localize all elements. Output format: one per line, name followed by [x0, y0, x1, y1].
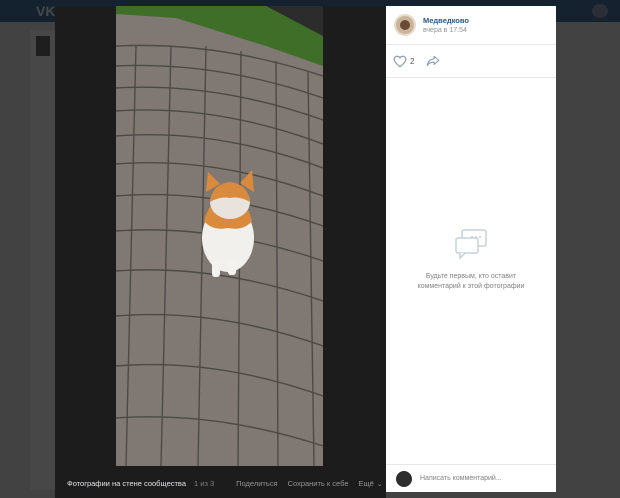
share-link[interactable]: Поделиться	[236, 479, 277, 488]
post-date[interactable]: вчера в 17:54	[423, 26, 469, 36]
save-link[interactable]: Сохранить к себе	[288, 479, 349, 488]
photo-side-panel: Медведково вчера в 17:54 2 Будьте первым…	[386, 6, 556, 492]
divider	[386, 77, 556, 78]
avatar-image	[400, 20, 410, 30]
like-count: 2	[410, 56, 415, 66]
comments-icon	[455, 229, 487, 260]
photo-viewer: Фотографии на стене сообщества 1 из 3 По…	[55, 6, 386, 498]
photo-counter: 1 из 3	[194, 478, 215, 488]
album-link[interactable]: Фотографии на стене сообщества	[67, 479, 186, 488]
post-header: Медведково вчера в 17:54	[386, 6, 556, 44]
photo-image	[116, 6, 323, 466]
viewer-footer: Фотографии на стене сообщества 1 из 3 По…	[55, 468, 386, 498]
heart-icon[interactable]	[393, 55, 407, 68]
share-icon[interactable]	[426, 55, 440, 67]
comment-composer: Написать комментарий...	[386, 464, 556, 492]
community-name[interactable]: Медведково	[423, 15, 469, 26]
empty-comments: Будьте первым, кто оставит комментарий к…	[386, 228, 556, 292]
photo[interactable]	[116, 6, 323, 466]
comment-input[interactable]: Написать комментарий...	[420, 475, 502, 482]
action-bar: 2	[386, 45, 556, 77]
empty-comments-text: Будьте первым, кто оставит комментарий к…	[417, 273, 525, 290]
chevron-down-icon: ⌄	[376, 480, 383, 488]
post-meta: Медведково вчера в 17:54	[423, 15, 469, 36]
user-avatar	[396, 470, 412, 487]
more-label: Ещё	[358, 478, 374, 488]
community-avatar[interactable]	[394, 14, 416, 36]
cat	[202, 170, 254, 277]
more-menu[interactable]: Ещё ⌄	[359, 479, 383, 488]
